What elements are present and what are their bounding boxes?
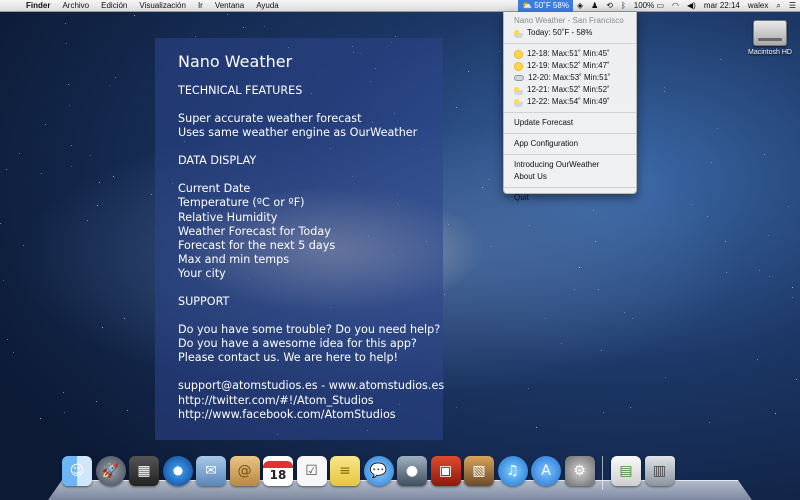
menu-separator bbox=[504, 187, 636, 188]
volume-icon[interactable]: ◀) bbox=[683, 0, 700, 12]
forecast-row: 12-20: Max:53˚ Min:51˚ bbox=[504, 72, 636, 84]
mission-control-icon[interactable]: ▦ bbox=[129, 456, 159, 486]
tech-line: Uses same weather engine as OurWeather bbox=[178, 126, 418, 140]
itunes-icon[interactable]: ♫ bbox=[497, 456, 528, 486]
notification-center-icon[interactable]: ☰ bbox=[785, 0, 800, 12]
support-line: Do you have a awesome idea for this app? bbox=[178, 337, 417, 351]
dropdown-header: Nano Weather - San Francisco bbox=[514, 16, 624, 25]
forecast-label: 12-21: Max:52˚ Min:52˚ bbox=[527, 85, 610, 94]
app-info-panel: Nano Weather TECHNICAL FEATURES Super ac… bbox=[155, 38, 445, 440]
clock[interactable]: mar 22:14 bbox=[700, 0, 744, 12]
menu-ayuda[interactable]: Ayuda bbox=[250, 0, 285, 12]
forecast-row: 12-21: Max:52˚ Min:52˚ bbox=[504, 84, 636, 96]
contact-line: support@atomstudios.es - www.atomstudios… bbox=[178, 379, 445, 393]
forecast-label: 12-20: Max:53˚ Min:51˚ bbox=[528, 73, 611, 82]
messages-icon[interactable]: 💬 bbox=[363, 456, 394, 486]
menu-archivo[interactable]: Archivo bbox=[56, 0, 95, 12]
display-line: Weather Forecast for Today bbox=[178, 224, 331, 238]
hard-drive-icon bbox=[753, 20, 787, 46]
today-row: Today: 50˚F - 58% bbox=[504, 27, 636, 39]
update-forecast-item[interactable]: Update Forecast bbox=[504, 117, 636, 129]
partly-cloudy-icon bbox=[514, 28, 523, 38]
battery-status[interactable]: 100% ▭ bbox=[630, 0, 668, 12]
introducing-ourweather-item[interactable]: Introducing OurWeather bbox=[504, 159, 636, 171]
macintosh-hd[interactable]: Macintosh HD bbox=[744, 20, 796, 56]
partly-cloudy-icon: ⛅ bbox=[522, 1, 533, 10]
forecast-label: 12-18: Max:51˚ Min:45˚ bbox=[527, 49, 610, 58]
display-line: Current Date bbox=[178, 182, 251, 196]
menu-bar: Finder Archivo Edición Visualización Ir … bbox=[0, 0, 800, 12]
quit-item[interactable]: Quit bbox=[504, 192, 636, 204]
menu-finder[interactable]: Finder bbox=[20, 0, 56, 12]
support-line: Do you have some trouble? Do you need he… bbox=[178, 323, 441, 337]
display-line: Temperature (ºC or ºF) bbox=[178, 196, 305, 210]
dock-separator bbox=[602, 456, 603, 490]
support-heading: SUPPORT bbox=[178, 295, 230, 309]
forecast-row: 12-19: Max:52˚ Min:47˚ bbox=[504, 60, 636, 72]
cloud-icon bbox=[514, 75, 524, 81]
menu-separator bbox=[504, 154, 636, 155]
menu-separator bbox=[504, 43, 636, 44]
contact-line: http://twitter.com/#!/Atom_Studios bbox=[178, 393, 374, 407]
calendar-icon[interactable]: 18 bbox=[263, 456, 293, 486]
support-line: Please contact us. We are here to help! bbox=[178, 351, 399, 365]
drive-label: Macintosh HD bbox=[748, 49, 792, 56]
spotlight-icon[interactable]: ⌕ bbox=[772, 0, 784, 12]
menu-ir[interactable]: Ir bbox=[192, 0, 209, 12]
weather-status-item[interactable]: ⛅ 50˚F 58% bbox=[518, 0, 573, 12]
weather-status-label: 50˚F 58% bbox=[534, 1, 569, 10]
display-line: Your city bbox=[178, 266, 226, 280]
partly-cloudy-icon bbox=[514, 85, 523, 95]
system-preferences-icon[interactable]: ⚙ bbox=[564, 456, 595, 486]
sun-icon bbox=[514, 61, 523, 71]
calendar-day: 18 bbox=[269, 467, 287, 482]
today-label: Today: 50˚F - 58% bbox=[527, 28, 593, 37]
reminders-icon[interactable]: ☑ bbox=[296, 456, 327, 486]
menu-separator bbox=[504, 133, 636, 134]
tech-heading: TECHNICAL FEATURES bbox=[178, 84, 303, 97]
forecast-row: 12-22: Max:54˚ Min:49˚ bbox=[504, 96, 636, 108]
menu-ventana[interactable]: Ventana bbox=[209, 0, 250, 12]
user-icon[interactable]: ♟ bbox=[587, 0, 602, 12]
forecast-label: 12-19: Max:52˚ Min:47˚ bbox=[527, 61, 610, 70]
display-line: Forecast for the next 5 days bbox=[178, 238, 336, 252]
panel-title: Nano Weather bbox=[178, 52, 293, 71]
contact-line: http://www.facebook.com/AtomStudios bbox=[178, 407, 396, 421]
app-configuration-item[interactable]: App Configuration bbox=[504, 138, 636, 150]
battery-label: 100% bbox=[633, 1, 655, 10]
battery-icon: ▭ bbox=[656, 1, 665, 10]
forecast-row: 12-18: Max:51˚ Min:45˚ bbox=[504, 48, 636, 60]
downloads-stack-icon[interactable]: ▤ bbox=[611, 456, 641, 486]
finder-icon[interactable]: ☺ bbox=[62, 456, 92, 486]
forecast-label: 12-22: Max:54˚ Min:49˚ bbox=[527, 97, 610, 106]
tech-line: Super accurate weather forecast bbox=[178, 112, 362, 126]
display-line: Max and min temps bbox=[178, 252, 290, 266]
time-machine-icon[interactable]: ⟲ bbox=[602, 0, 617, 12]
photo-booth-icon[interactable]: ▣ bbox=[430, 456, 461, 486]
wifi-icon[interactable]: ◠ bbox=[668, 0, 683, 12]
notes-icon[interactable]: ≡ bbox=[330, 456, 360, 486]
sun-icon bbox=[514, 49, 523, 59]
mail-icon[interactable]: ✉ bbox=[196, 456, 226, 486]
display-heading: DATA DISPLAY bbox=[178, 154, 257, 168]
partly-cloudy-icon bbox=[514, 97, 523, 107]
launchpad-icon[interactable]: 🚀 bbox=[95, 456, 126, 486]
dropbox-icon[interactable]: ◈ bbox=[573, 0, 587, 12]
safari-icon[interactable]: ✦ bbox=[162, 456, 193, 486]
user-name[interactable]: walex bbox=[744, 0, 772, 12]
menu-edicion[interactable]: Edición bbox=[95, 0, 133, 12]
menu-visualizacion[interactable]: Visualización bbox=[133, 0, 192, 12]
about-us-item[interactable]: About Us bbox=[504, 171, 636, 183]
display-line: Relative Humidity bbox=[178, 210, 278, 224]
bluetooth-icon[interactable]: ᛒ bbox=[617, 0, 630, 12]
iphoto-icon[interactable]: ▧ bbox=[464, 456, 494, 486]
trash-icon[interactable]: ▥ bbox=[644, 456, 675, 486]
dock: ☺ 🚀 ▦ ✦ ✉ @ 18 ☑ ≡ 💬 ● ▣ ▧ ♫ A ⚙ ▤ ▥ bbox=[48, 452, 752, 500]
contacts-icon[interactable]: @ bbox=[229, 456, 260, 486]
app-store-icon[interactable]: A bbox=[531, 456, 561, 486]
menu-separator bbox=[504, 112, 636, 113]
weather-dropdown-menu: Nano Weather - San Francisco Today: 50˚F… bbox=[503, 12, 637, 202]
facetime-icon[interactable]: ● bbox=[397, 456, 427, 486]
